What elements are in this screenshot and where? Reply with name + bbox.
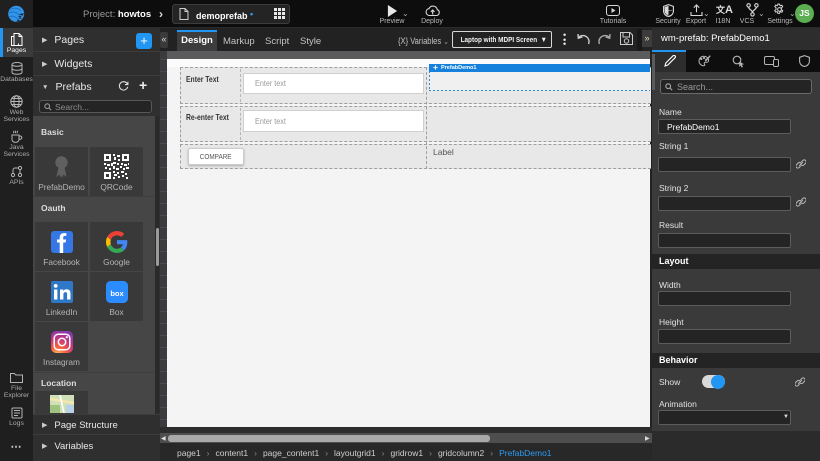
svg-text:box: box (110, 289, 124, 298)
